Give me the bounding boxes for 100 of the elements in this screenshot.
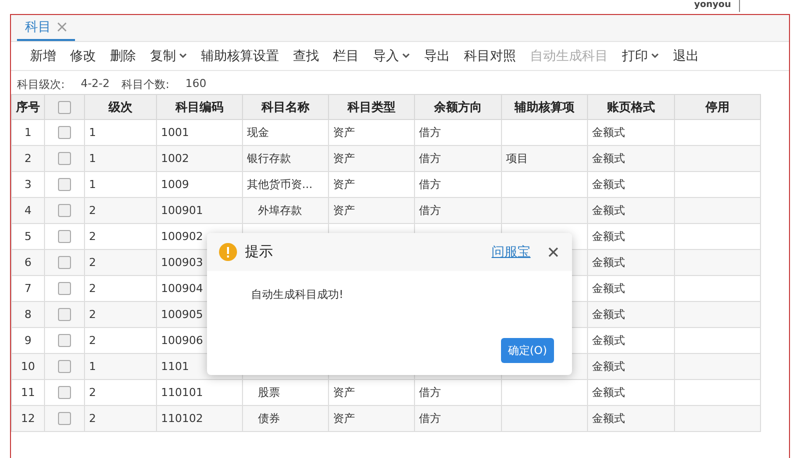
dialog-message: 自动生成科目成功!: [251, 288, 344, 301]
table-cell: 金额式: [592, 256, 625, 269]
table-cell: 金额式: [592, 126, 625, 139]
checkbox[interactable]: [58, 152, 71, 166]
toolbar-button[interactable]: 新增: [23, 47, 63, 65]
table-cell: 银行存款: [247, 152, 291, 165]
table-cell: 金额式: [592, 386, 625, 399]
column-header[interactable]: 余额方向: [414, 94, 502, 120]
table-cell: 借方: [419, 178, 441, 191]
table-cell: 1: [89, 126, 96, 139]
toolbar-button[interactable]: 复制: [143, 47, 194, 65]
table-cell: 2: [89, 412, 96, 425]
checkbox[interactable]: [58, 282, 71, 296]
column-header[interactable]: 科目编码: [156, 94, 242, 120]
table-cell: 100906: [161, 334, 203, 347]
table-cell: 金额式: [592, 282, 625, 295]
table-cell: 1101: [161, 360, 189, 373]
table-cell: 借方: [419, 152, 441, 165]
table-cell: 100901: [161, 204, 203, 217]
toolbar-button[interactable]: 查找: [286, 47, 326, 65]
checkbox[interactable]: [58, 334, 71, 348]
column-header[interactable]: 科目名称: [242, 94, 328, 120]
checkbox[interactable]: [58, 386, 71, 400]
toolbar-button[interactable]: 导出: [417, 47, 457, 65]
table-cell: 借方: [419, 126, 441, 139]
close-button[interactable]: ✕: [546, 242, 560, 262]
table-cell: 2: [89, 204, 96, 217]
table-cell: 2: [89, 282, 96, 295]
close-icon[interactable]: [57, 22, 67, 32]
toolbar-button[interactable]: 科目对照: [457, 47, 523, 65]
table-cell: 100904: [161, 282, 203, 295]
brand-name: yonyou: [694, 0, 740, 12]
count-value: 160: [185, 77, 206, 92]
toolbar-button[interactable]: 打印: [615, 47, 666, 65]
toolbar-button[interactable]: 退出: [666, 47, 706, 65]
checkbox[interactable]: [58, 204, 71, 218]
checkbox[interactable]: [58, 101, 71, 114]
checkbox[interactable]: [58, 308, 71, 322]
checkbox[interactable]: [58, 360, 71, 374]
confirm-button[interactable]: 确定(O): [500, 338, 554, 363]
checkbox[interactable]: [58, 412, 71, 426]
dialog-title: 提示: [245, 243, 274, 261]
table-cell: 2: [89, 386, 96, 399]
levels-value: 4-2-2: [80, 77, 110, 92]
count-label: 科目个数:: [122, 77, 170, 92]
toolbar-button[interactable]: 修改: [63, 47, 103, 65]
table-cell: 2: [89, 334, 96, 347]
table-cell: 1009: [161, 178, 189, 191]
levels-label: 科目级次:: [17, 77, 65, 92]
help-link[interactable]: 问服宝: [492, 243, 531, 261]
table-cell: 1002: [161, 152, 189, 165]
toolbar-button[interactable]: 辅助核算设置: [194, 47, 286, 65]
table-cell: 借方: [419, 204, 441, 217]
column-header[interactable]: 辅助核算项: [502, 94, 588, 120]
warning-icon: [219, 243, 237, 261]
table-cell: 1: [89, 152, 96, 165]
row-number: 2: [12, 146, 44, 172]
table-cell: 金额式: [592, 152, 625, 165]
table-cell: 借方: [419, 412, 441, 425]
table-cell: 股票: [258, 386, 280, 399]
row-number: 4: [12, 198, 44, 224]
table-cell: 借方: [419, 386, 441, 399]
row-number: 10: [12, 354, 44, 380]
column-header[interactable]: 停用: [674, 94, 760, 120]
table-cell: 1: [89, 360, 96, 373]
table-cell: 外埠存款: [258, 204, 302, 217]
table-cell: 2: [89, 308, 96, 321]
table-cell: 金额式: [592, 360, 625, 373]
toolbar-button[interactable]: 栏目: [326, 47, 366, 65]
tab[interactable]: 科目: [17, 15, 75, 41]
checkbox[interactable]: [58, 230, 71, 244]
toolbar-button[interactable]: 删除: [103, 47, 143, 65]
checkbox[interactable]: [58, 126, 71, 140]
table-cell: 1: [89, 178, 96, 191]
table-cell: 110102: [161, 412, 203, 425]
column-header[interactable]: 科目类型: [328, 94, 414, 120]
table-cell: 2: [89, 256, 96, 269]
table-cell: 资产: [333, 126, 355, 139]
column-header[interactable]: 账页格式: [588, 94, 674, 120]
table-cell: 债券: [258, 412, 280, 425]
column-header[interactable]: 序号: [12, 94, 44, 120]
table-cell: 现金: [247, 126, 269, 139]
table-cell: 资产: [333, 412, 355, 425]
checkbox[interactable]: [58, 256, 71, 270]
table-cell: 金额式: [592, 308, 625, 321]
column-header[interactable]: 级次: [84, 94, 156, 120]
table-cell: 金额式: [592, 204, 625, 217]
table-cell: 资产: [333, 386, 355, 399]
table-cell: 1001: [161, 126, 189, 139]
row-number: 6: [12, 250, 44, 276]
toolbar-button[interactable]: 导入: [366, 47, 417, 65]
checkbox[interactable]: [58, 178, 71, 192]
row-number: 12: [12, 406, 44, 432]
row-number: 8: [12, 302, 44, 328]
table-cell: 资产: [333, 178, 355, 191]
table-cell: 2: [89, 230, 96, 243]
table-cell: 110101: [161, 386, 203, 399]
table-cell: 资产: [333, 204, 355, 217]
table-cell: 资产: [333, 152, 355, 165]
table-cell: 项目: [506, 152, 528, 165]
